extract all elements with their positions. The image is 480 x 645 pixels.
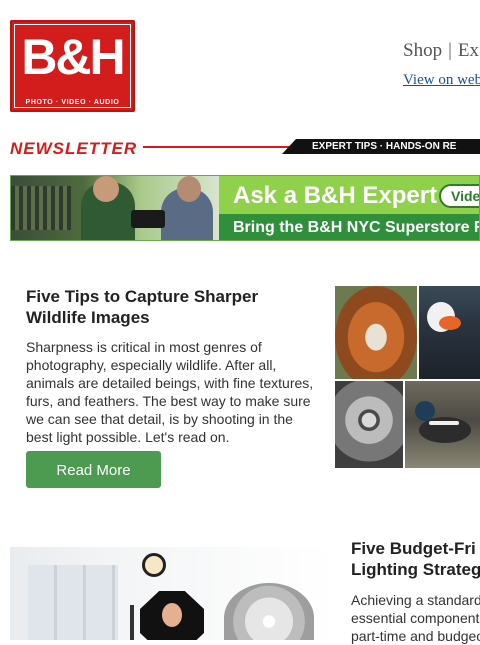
puffin-photo <box>419 286 480 379</box>
explora-link[interactable]: Ex <box>458 40 479 61</box>
banner-photo <box>11 176 219 240</box>
newsletter-tagline: EXPERT TIPS · HANDS-ON RE <box>282 139 480 154</box>
puffin-beak <box>439 316 461 330</box>
view-on-web-link[interactable]: View on web <box>403 72 480 89</box>
article-body-2-line2: essential component <box>351 610 480 626</box>
article-title-2[interactable]: Five Budget-Fri Lighting Strateg <box>351 538 480 580</box>
owl-photo <box>335 381 403 468</box>
read-more-button[interactable]: Read More <box>26 451 161 488</box>
article-body-2: Achieving a standard essential component… <box>351 591 480 645</box>
ask-expert-banner[interactable]: Ask a B&H Expert Video Bring the B&H NYC… <box>10 175 480 241</box>
banner-expert-head <box>93 176 119 202</box>
studio-lamp <box>142 553 166 577</box>
duck-stripe <box>429 421 459 425</box>
bh-logo[interactable]: B&H PHOTO · VIDEO · AUDIO <box>10 20 135 112</box>
banner-subtitle: Bring the B&H NYC Superstore Ri <box>233 219 480 236</box>
article-body: Sharpness is critical in most genres of … <box>26 339 314 445</box>
logo-mark: B&H <box>21 29 125 85</box>
banner-shelf <box>11 186 71 230</box>
studio-window <box>28 565 118 640</box>
fox-photo <box>335 286 417 379</box>
banner-video-button[interactable]: Video <box>439 184 479 208</box>
newsletter-heading: NEWSLETTER <box>10 139 144 159</box>
nav-separator: | <box>448 40 452 61</box>
article-body-2-line3: part-time and budgeo <box>351 628 480 644</box>
logo-subline: PHOTO · VIDEO · AUDIO <box>25 99 120 106</box>
top-nav: Shop | Ex <box>403 40 479 62</box>
model-face <box>162 603 182 627</box>
umbrella-light <box>224 583 314 640</box>
light-stand <box>130 605 134 640</box>
article-body-2-line1: Achieving a standard <box>351 592 480 608</box>
wildlife-collage-image[interactable] <box>335 286 480 468</box>
shop-link[interactable]: Shop <box>403 40 442 61</box>
banner-customer-head <box>177 176 201 202</box>
article-title[interactable]: Five Tips to Capture Sharper Wildlife Im… <box>26 286 316 328</box>
article-title-2-line1: Five Budget-Fri <box>351 539 476 558</box>
camera-icon <box>131 210 165 228</box>
duck-photo <box>405 381 480 468</box>
article-title-2-line2: Lighting Strateg <box>351 560 480 579</box>
lighting-studio-image[interactable] <box>10 547 335 640</box>
banner-title: Ask a B&H Expert <box>233 182 438 209</box>
duck-head <box>415 401 435 421</box>
